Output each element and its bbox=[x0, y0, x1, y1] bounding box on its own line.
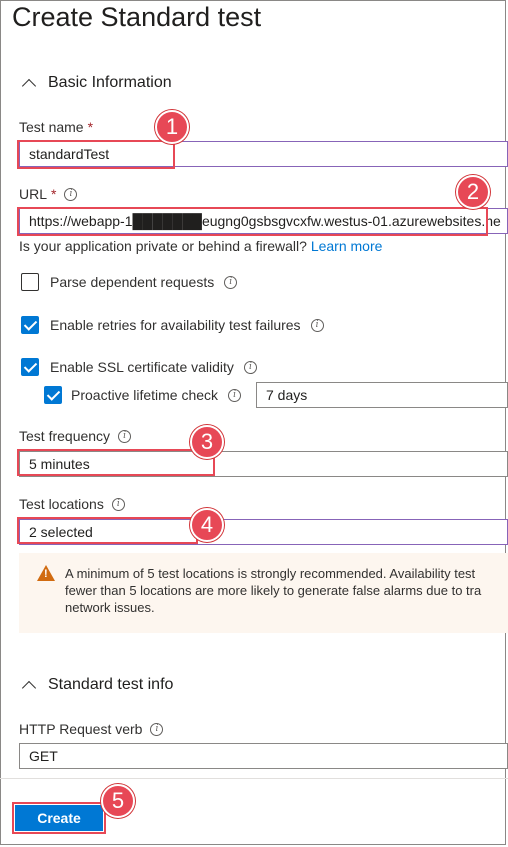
test-name-label-text: Test name bbox=[19, 119, 84, 135]
info-icon[interactable]: i bbox=[310, 318, 324, 332]
info-icon[interactable]: i bbox=[228, 388, 242, 402]
highlight-box-url bbox=[17, 207, 488, 236]
highlight-box-frequency bbox=[17, 449, 215, 476]
test-frequency-label-text: Test frequency bbox=[19, 428, 111, 444]
info-icon[interactable]: i bbox=[150, 722, 164, 736]
highlight-box-locations bbox=[17, 517, 198, 544]
warning-line-1: A minimum of 5 test locations is strongl… bbox=[65, 566, 476, 581]
test-name-label: Test name * bbox=[19, 119, 93, 135]
test-frequency-label: Test frequency i bbox=[19, 428, 132, 444]
chevron-up-icon bbox=[21, 680, 37, 695]
proactive-days-value: 7 days bbox=[266, 387, 308, 403]
info-icon[interactable]: i bbox=[64, 187, 78, 201]
enable-ssl-checkbox[interactable]: Enable SSL certificate validity i bbox=[21, 358, 257, 376]
info-icon[interactable]: i bbox=[111, 497, 125, 511]
footer-divider bbox=[0, 778, 508, 779]
checkbox-unchecked-icon bbox=[21, 273, 39, 291]
parse-dependent-label: Parse dependent requests bbox=[50, 274, 215, 290]
url-label-text: URL bbox=[19, 186, 48, 202]
warning-line-3: network issues. bbox=[65, 600, 155, 615]
callout-badge-5: 5 bbox=[101, 784, 135, 818]
required-marker: * bbox=[51, 186, 57, 202]
http-verb-value: GET bbox=[29, 748, 58, 764]
test-locations-label-text: Test locations bbox=[19, 496, 104, 512]
proactive-lifetime-checkbox[interactable]: Proactive lifetime check i bbox=[44, 386, 242, 404]
highlight-box-create bbox=[12, 802, 106, 834]
parse-dependent-requests-checkbox[interactable]: Parse dependent requests i bbox=[21, 273, 238, 291]
highlight-box-test-name bbox=[17, 140, 175, 169]
info-icon[interactable]: i bbox=[243, 360, 257, 374]
http-verb-label-text: HTTP Request verb bbox=[19, 721, 143, 737]
standard-test-info-section-header[interactable]: Standard test info bbox=[20, 676, 174, 695]
warning-text: A minimum of 5 test locations is strongl… bbox=[65, 565, 508, 616]
callout-badge-2: 2 bbox=[456, 175, 490, 209]
standard-test-info-section-title: Standard test info bbox=[48, 676, 174, 693]
warning-icon: ! bbox=[37, 565, 55, 581]
http-verb-label: HTTP Request verb i bbox=[19, 721, 164, 737]
basic-info-section-header[interactable]: Basic Information bbox=[20, 74, 172, 93]
info-icon[interactable]: i bbox=[224, 275, 238, 289]
chevron-up-icon bbox=[21, 78, 37, 93]
enable-retries-checkbox[interactable]: Enable retries for availability test fai… bbox=[21, 316, 324, 334]
checkbox-checked-icon bbox=[21, 316, 39, 334]
proactive-label: Proactive lifetime check bbox=[71, 387, 219, 403]
firewall-hint: Is your application private or behind a … bbox=[19, 238, 382, 254]
proactive-days-input[interactable]: 7 days bbox=[256, 382, 508, 408]
basic-info-section-title: Basic Information bbox=[48, 74, 172, 91]
warning-line-2: fewer than 5 locations are more likely t… bbox=[65, 583, 482, 598]
test-locations-label: Test locations i bbox=[19, 496, 125, 512]
info-icon[interactable]: i bbox=[118, 429, 132, 443]
checkbox-checked-icon bbox=[21, 358, 39, 376]
callout-badge-4: 4 bbox=[190, 508, 224, 542]
url-label: URL * i bbox=[19, 186, 78, 202]
locations-warning-banner: ! A minimum of 5 test locations is stron… bbox=[19, 553, 508, 633]
callout-badge-1: 1 bbox=[155, 110, 189, 144]
checkbox-checked-icon bbox=[44, 386, 62, 404]
required-marker: * bbox=[87, 119, 94, 135]
http-verb-dropdown[interactable]: GET bbox=[19, 743, 508, 769]
callout-badge-3: 3 bbox=[190, 425, 224, 459]
page-title: Create Standard test bbox=[12, 2, 262, 32]
enable-retries-label: Enable retries for availability test fai… bbox=[50, 317, 301, 333]
learn-more-link[interactable]: Learn more bbox=[311, 238, 383, 254]
enable-ssl-label: Enable SSL certificate validity bbox=[50, 359, 234, 375]
firewall-text: Is your application private or behind a … bbox=[19, 238, 307, 254]
